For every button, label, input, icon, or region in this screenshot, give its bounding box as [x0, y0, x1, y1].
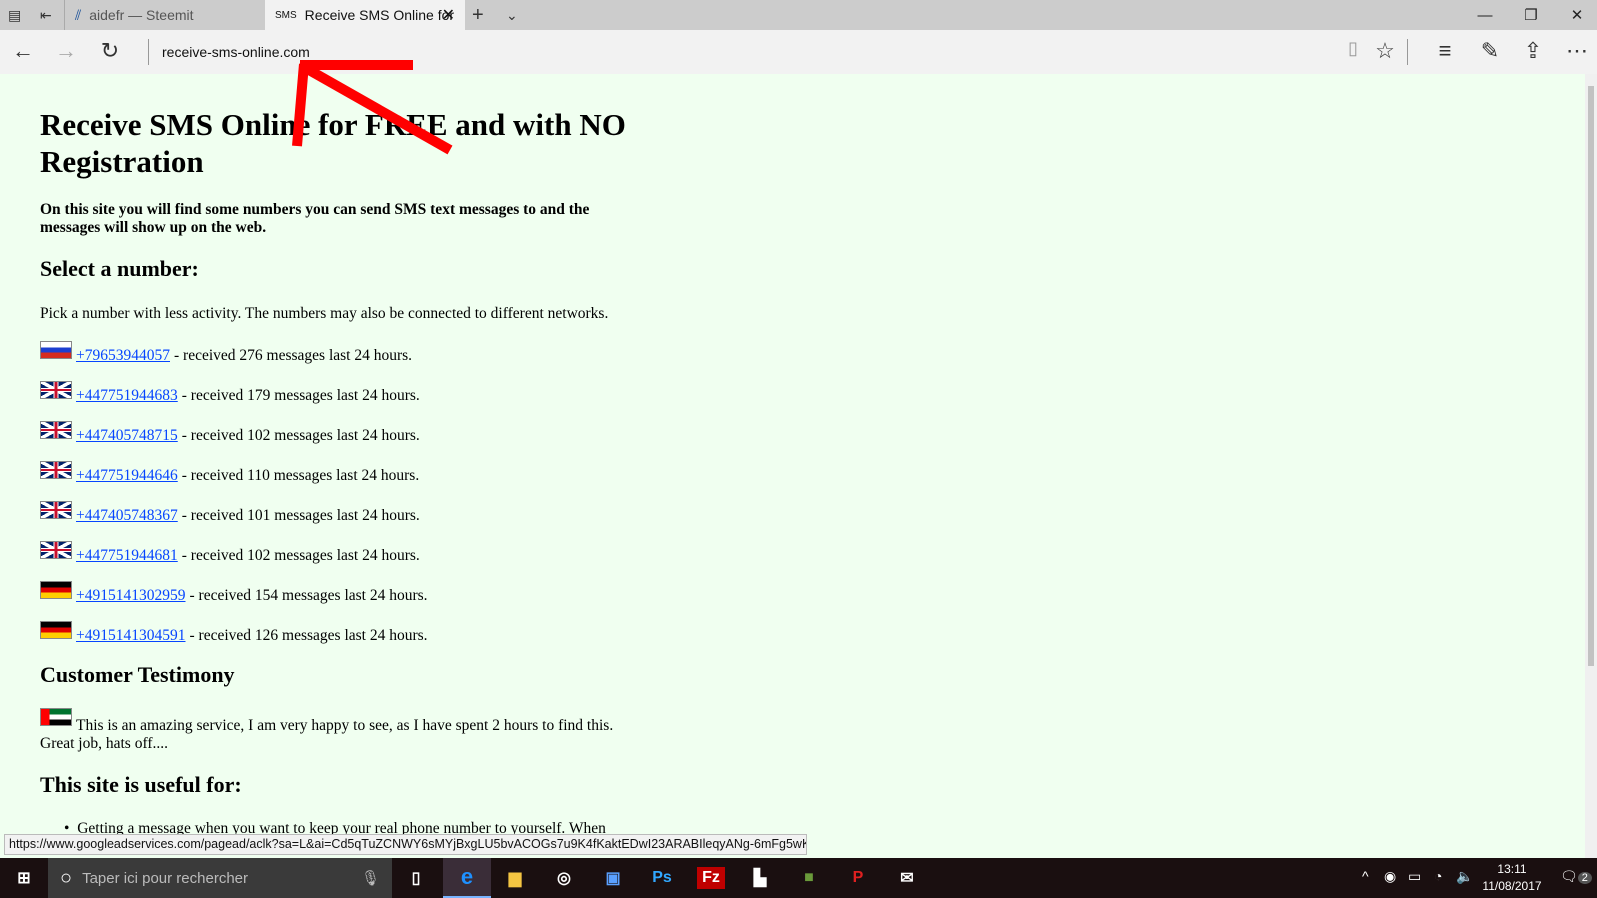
photoshop-icon[interactable]: Ps — [638, 858, 686, 898]
scrollbar[interactable] — [1585, 74, 1597, 858]
filezilla-icon[interactable]: Fz — [697, 867, 725, 889]
app-p-icon[interactable]: P — [834, 858, 882, 898]
search-box[interactable]: ○ Taper ici pour rechercher 🎙 — [48, 858, 392, 898]
time: 13:11 — [1497, 862, 1527, 876]
minecraft-icon[interactable]: ■ — [785, 858, 833, 898]
mail-icon[interactable]: ✉ — [883, 858, 931, 898]
edge-icon[interactable]: e — [443, 858, 491, 898]
notification-icon[interactable]: 🗨 2 — [1560, 868, 1592, 885]
visual-basic-icon[interactable]: ▣ — [589, 858, 637, 898]
arrow-stroke — [299, 61, 453, 155]
obs-icon[interactable]: ◎ — [540, 858, 588, 898]
volume-icon[interactable]: 🔈 — [1456, 868, 1473, 885]
windows-start-icon[interactable]: ⊞ — [0, 858, 48, 898]
notification-count: 2 — [1577, 872, 1592, 884]
taskbar: ⊞ ○ Taper ici pour rechercher 🎙 ▯ e ▆ ◎ ▣ … — [0, 858, 1597, 898]
battery-icon[interactable]: ▭ — [1408, 868, 1421, 885]
file-explorer-icon[interactable]: ▆ — [491, 858, 539, 898]
app-icon[interactable]: ▙ — [736, 858, 784, 898]
scrollbar-thumb[interactable] — [1588, 86, 1594, 666]
red-arrow-annotation — [292, 60, 453, 155]
status-url-tooltip: https://www.googleadservices.com/pagead/… — [4, 834, 807, 855]
chevron-up-icon[interactable]: ^ — [1362, 868, 1369, 884]
microphone-icon[interactable]: 🎙 — [361, 869, 380, 887]
cortana-icon: ○ — [60, 866, 73, 889]
date: 11/08/2017 — [1482, 879, 1542, 893]
search-placeholder: Taper ici pour rechercher — [82, 869, 249, 887]
task-view-icon[interactable]: ▯ — [392, 858, 440, 898]
clock[interactable]: 13:11 11/08/2017 — [1472, 861, 1552, 895]
wifi-icon[interactable]: ◔ — [1434, 868, 1442, 884]
record-icon[interactable]: ◉ — [1384, 868, 1396, 885]
arrow-stroke — [292, 63, 309, 147]
